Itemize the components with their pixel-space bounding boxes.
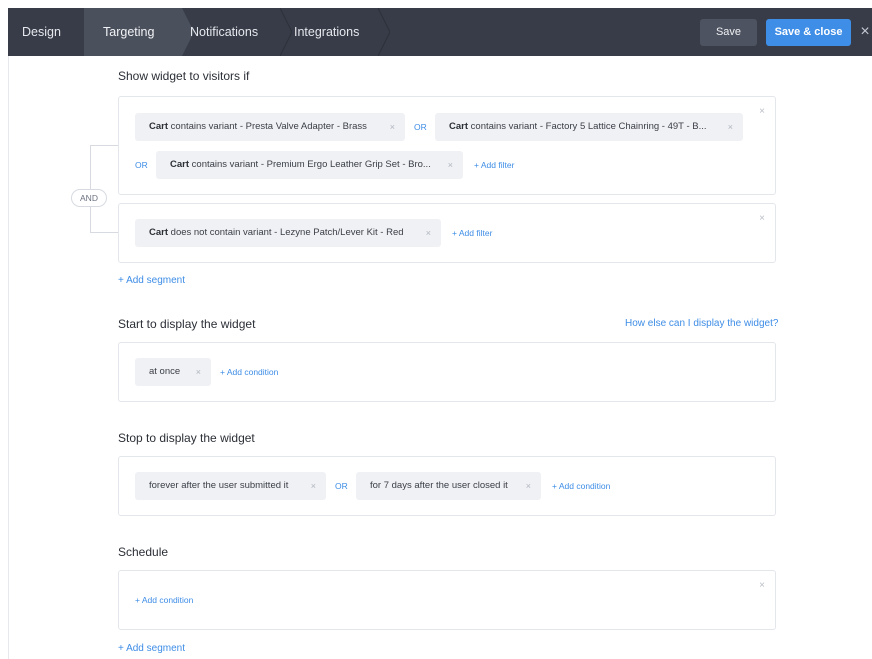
remove-icon[interactable]: ×	[390, 113, 395, 141]
add-filter-link[interactable]: + Add filter	[474, 151, 514, 179]
condition-chip[interactable]: for 7 days after the user closed it ×	[356, 472, 541, 500]
remove-icon[interactable]: ×	[448, 151, 453, 179]
add-filter-link[interactable]: + Add filter	[452, 219, 492, 247]
tab-notifications[interactable]: Notifications	[182, 8, 286, 56]
add-condition-link[interactable]: + Add condition	[220, 358, 278, 386]
filter-chip[interactable]: Cart contains variant - Presta Valve Ada…	[135, 113, 405, 141]
close-icon[interactable]: ×	[858, 21, 872, 43]
filter-chip[interactable]: Cart contains variant - Premium Ergo Lea…	[156, 151, 463, 179]
filter-text: contains variant - Presta Valve Adapter …	[170, 121, 367, 132]
left-divider	[8, 56, 9, 659]
filter-text: contains variant - Factory 5 Lattice Cha…	[470, 121, 707, 132]
add-segment-link[interactable]: + Add segment	[118, 643, 185, 654]
filter-subject: Cart	[149, 121, 171, 132]
start-condition-card: at once × + Add condition	[118, 342, 776, 402]
or-label: OR	[135, 160, 148, 170]
condition-text: for 7 days after the user closed it	[370, 480, 508, 491]
condition-text: forever after the user submitted it	[149, 480, 289, 491]
schedule-card: × + Add condition	[118, 570, 776, 630]
save-button[interactable]: Save	[700, 19, 757, 46]
filter-subject: Cart	[449, 121, 471, 132]
or-label: OR	[335, 481, 348, 491]
tab-integrations[interactable]: Integrations	[286, 8, 386, 56]
condition-text: at once	[149, 366, 181, 377]
filter-chip[interactable]: Cart contains variant - Factory 5 Lattic…	[435, 113, 743, 141]
close-icon[interactable]: ×	[759, 213, 765, 224]
remove-icon[interactable]: ×	[728, 113, 733, 141]
filter-text: contains variant - Premium Ergo Leather …	[191, 159, 431, 170]
save-and-close-button[interactable]: Save & close	[766, 19, 851, 46]
close-icon[interactable]: ×	[759, 580, 765, 591]
schedule-section-title: Schedule	[118, 545, 169, 559]
condition-chip[interactable]: forever after the user submitted it ×	[135, 472, 326, 500]
tab-design[interactable]: Design	[8, 8, 84, 56]
tab-separator-chevron	[378, 8, 390, 56]
visitors-section-title: Show widget to visitors if	[118, 69, 250, 83]
remove-icon[interactable]: ×	[196, 358, 201, 386]
filter-text: does not contain variant - Lezyne Patch/…	[170, 227, 404, 238]
filter-subject: Cart	[149, 227, 171, 238]
add-segment-link[interactable]: + Add segment	[118, 275, 185, 286]
filter-chip[interactable]: Cart does not contain variant - Lezyne P…	[135, 219, 441, 247]
filter-subject: Cart	[170, 159, 192, 170]
segment-card: × Cart does not contain variant - Lezyne…	[118, 203, 776, 263]
add-condition-link[interactable]: + Add condition	[135, 586, 193, 614]
and-badge[interactable]: AND	[71, 189, 107, 207]
stop-condition-card: forever after the user submitted it × OR…	[118, 456, 776, 516]
condition-chip[interactable]: at once ×	[135, 358, 211, 386]
remove-icon[interactable]: ×	[526, 472, 531, 500]
remove-icon[interactable]: ×	[426, 219, 431, 247]
remove-icon[interactable]: ×	[311, 472, 316, 500]
tab-targeting[interactable]: Targeting	[84, 8, 182, 56]
stop-section-title: Stop to display the widget	[118, 431, 255, 445]
editor-toolbar: Design Targeting Notifications Integrati…	[8, 8, 872, 56]
close-icon[interactable]: ×	[759, 106, 765, 117]
add-condition-link[interactable]: + Add condition	[552, 472, 610, 500]
start-section-title: Start to display the widget	[118, 317, 256, 331]
or-label: OR	[414, 122, 427, 132]
help-link[interactable]: How else can I display the widget?	[625, 318, 778, 329]
segment-card: × Cart contains variant - Presta Valve A…	[118, 96, 776, 195]
